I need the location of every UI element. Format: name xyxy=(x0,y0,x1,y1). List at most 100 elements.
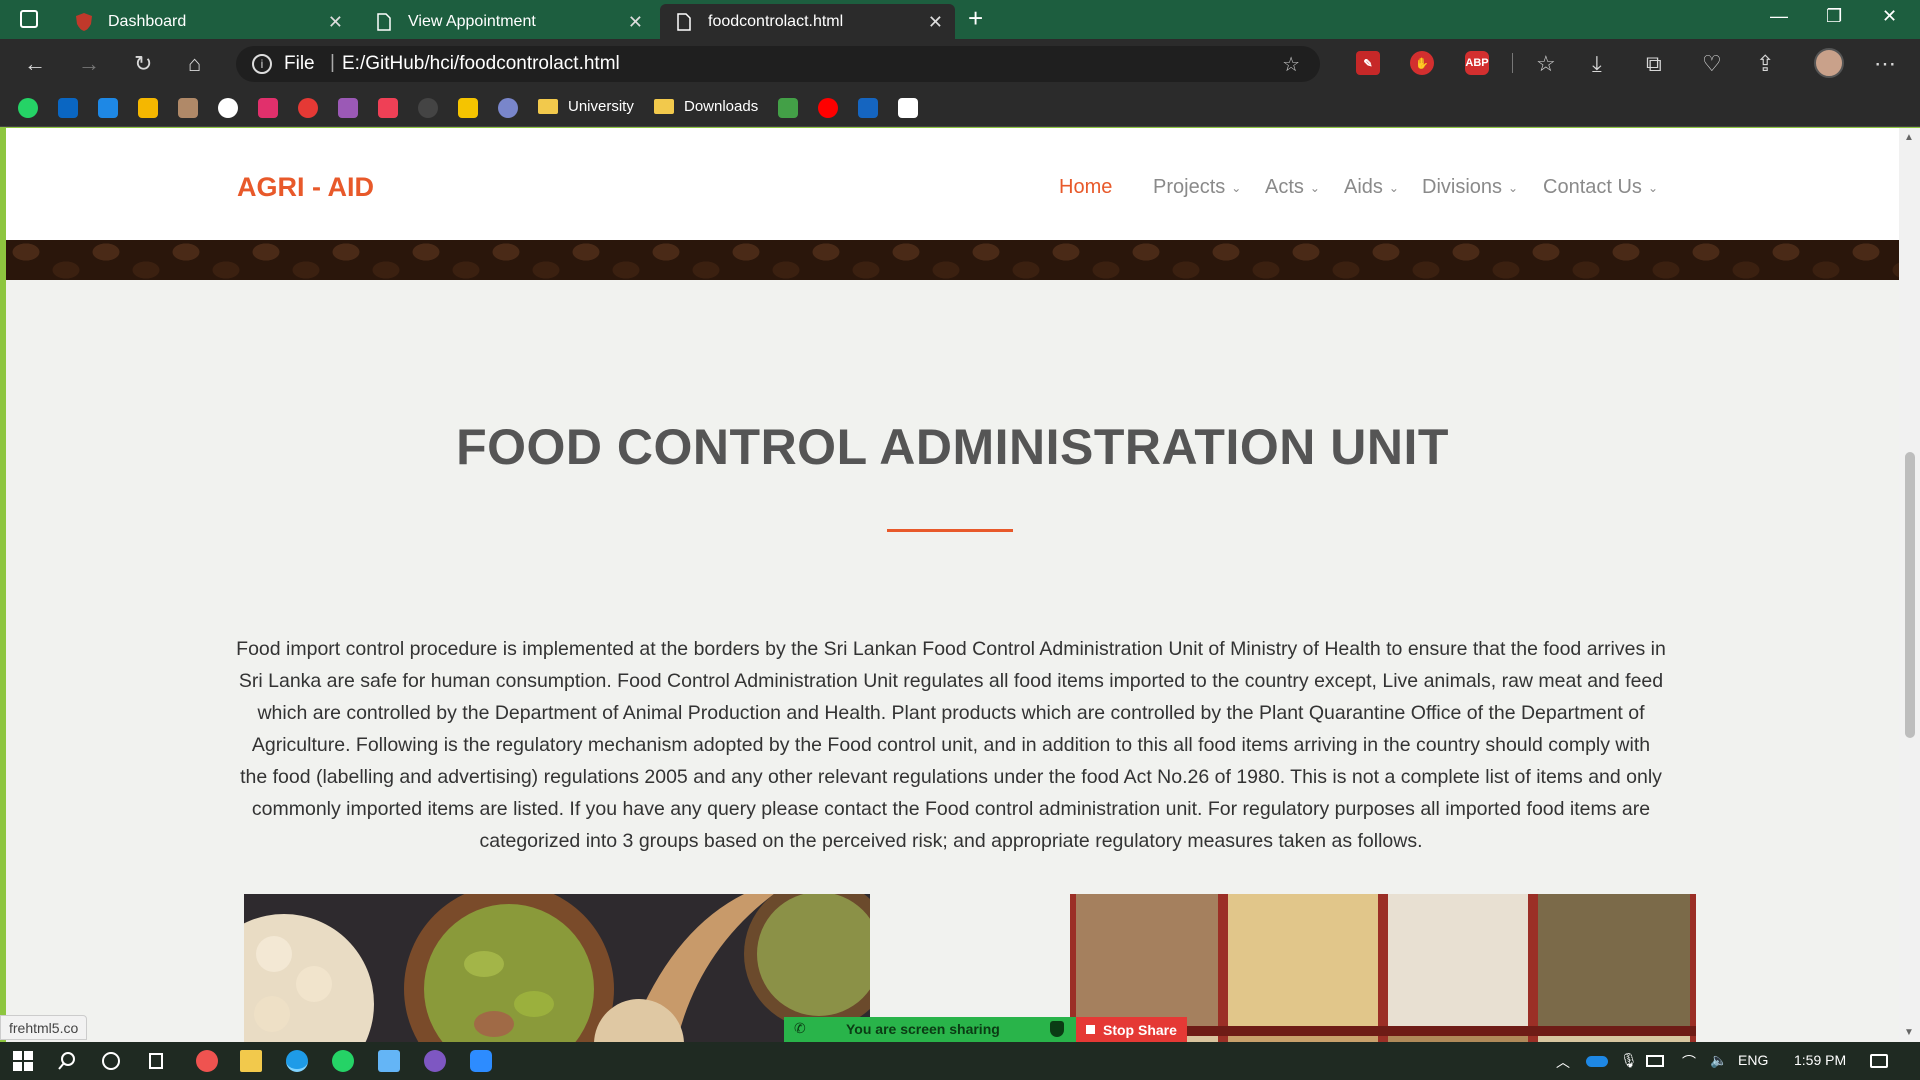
scroll-down-icon[interactable]: ▼ xyxy=(1904,1027,1914,1038)
title-underline xyxy=(887,529,1013,532)
chevron-down-icon: ⌄ xyxy=(1388,180,1399,195)
stop-share-label: Stop Share xyxy=(1103,1021,1177,1038)
share-icon[interactable]: ⇪ xyxy=(1756,51,1774,77)
tray-chevron-icon[interactable]: ︿ xyxy=(1556,1052,1570,1072)
tab-dashboard[interactable]: Dashboard ✕ xyxy=(60,4,355,39)
home-icon[interactable]: ⌂ xyxy=(188,51,201,77)
collections-icon[interactable]: ⧉ xyxy=(1646,51,1662,77)
site-logo[interactable]: AGRI - AID xyxy=(237,172,374,203)
onedrive-icon[interactable] xyxy=(1586,1056,1608,1067)
pocket-icon[interactable] xyxy=(378,98,398,118)
stop-share-button[interactable]: Stop Share xyxy=(1076,1017,1187,1042)
refresh-icon[interactable]: ↻ xyxy=(134,51,152,77)
performance-icon[interactable]: ♡ xyxy=(1702,51,1722,77)
new-tab-button[interactable]: + xyxy=(968,3,983,34)
box-app-icon[interactable] xyxy=(378,1050,400,1072)
scroll-up-icon[interactable]: ▲ xyxy=(1904,132,1914,143)
wifi-icon[interactable]: ⌒ xyxy=(1682,1052,1696,1072)
whatsapp-icon[interactable] xyxy=(332,1050,354,1072)
restore-icon[interactable]: ❐ xyxy=(1826,6,1842,27)
github-desktop-icon[interactable] xyxy=(424,1050,446,1072)
film-icon[interactable] xyxy=(138,98,158,118)
language-indicator[interactable]: ENG xyxy=(1738,1052,1768,1068)
nav-label: Home xyxy=(1059,176,1113,198)
bookmark-label: University xyxy=(568,98,634,115)
nav-acts[interactable]: Acts ⌄ xyxy=(1265,176,1320,199)
notifications-icon[interactable] xyxy=(1870,1054,1888,1068)
seal-icon[interactable] xyxy=(498,98,518,118)
tab-actions-icon[interactable] xyxy=(20,10,38,28)
image-icon[interactable] xyxy=(178,98,198,118)
f-app-icon[interactable] xyxy=(778,98,798,118)
volume-icon[interactable]: 🔈 xyxy=(1710,1052,1727,1069)
app-icon[interactable] xyxy=(196,1050,218,1072)
edge-icon[interactable] xyxy=(286,1050,308,1072)
stop-icon xyxy=(1086,1025,1095,1034)
huawei-icon[interactable] xyxy=(298,98,318,118)
windows-start-icon[interactable] xyxy=(12,1050,34,1072)
nav-divisions[interactable]: Divisions ⌄ xyxy=(1422,176,1518,199)
profile-avatar[interactable] xyxy=(1814,48,1844,78)
file-explorer-icon[interactable] xyxy=(240,1050,262,1072)
forward-icon[interactable]: → xyxy=(78,51,100,77)
d-app-icon[interactable] xyxy=(338,98,358,118)
video-icon[interactable] xyxy=(98,98,118,118)
site-navbar: AGRI - AID Home Projects ⌄ Acts ⌄ Aids ⌄ Di… xyxy=(6,128,1899,240)
microphone-icon[interactable]: 🎙 xyxy=(1620,1052,1638,1069)
nav-aids[interactable]: Aids ⌄ xyxy=(1344,176,1399,199)
adblock-plus-icon[interactable]: ABP xyxy=(1465,51,1489,75)
cortana-icon[interactable] xyxy=(100,1050,122,1072)
vertical-scrollbar[interactable]: ▲ ▼ xyxy=(1899,128,1920,1042)
minimize-icon[interactable]: — xyxy=(1770,6,1788,27)
folder-icon xyxy=(538,99,558,114)
github-icon[interactable] xyxy=(218,98,238,118)
scrollbar-thumb[interactable] xyxy=(1905,452,1915,738)
boc-icon[interactable] xyxy=(458,98,478,118)
nav-label: Aids xyxy=(1344,176,1383,198)
clock[interactable]: 1:59 PM xyxy=(1794,1052,1846,1068)
nav-label: Projects xyxy=(1153,176,1226,198)
windows-taskbar: ︿ 🎙 ⌒ 🔈 ENG 1:59 PM xyxy=(0,1042,1920,1080)
close-icon[interactable]: ✕ xyxy=(328,12,343,33)
add-favorite-icon[interactable]: ☆ xyxy=(1282,52,1300,77)
extension-red-pen-icon[interactable]: ✎ xyxy=(1356,51,1380,75)
bookmark-folder-university[interactable]: University xyxy=(538,98,634,115)
nav-label: Contact Us xyxy=(1543,176,1642,198)
adobe-icon[interactable] xyxy=(898,98,918,118)
url-text[interactable]: E:/GitHub/hci/foodcontrolact.html xyxy=(342,53,620,75)
whatsapp-icon[interactable] xyxy=(18,98,38,118)
chevron-down-icon: ⌄ xyxy=(1231,180,1242,195)
more-icon[interactable]: ⋯ xyxy=(1874,51,1896,77)
loading-icon[interactable] xyxy=(418,98,438,118)
downloads-icon[interactable]: ⤓ xyxy=(1592,51,1602,77)
chevron-down-icon: ⌄ xyxy=(1508,180,1519,195)
close-icon[interactable]: ✕ xyxy=(628,12,643,33)
battery-icon[interactable] xyxy=(1646,1055,1664,1067)
task-view-icon[interactable] xyxy=(145,1050,167,1072)
close-icon[interactable]: ✕ xyxy=(928,12,943,33)
coffee-beans-banner xyxy=(6,240,1899,280)
x-app-icon[interactable] xyxy=(858,98,878,118)
search-icon[interactable] xyxy=(56,1050,78,1072)
back-icon[interactable]: ← xyxy=(24,51,46,77)
zoom-icon[interactable] xyxy=(470,1050,492,1072)
tab-foodcontrolact[interactable]: foodcontrolact.html ✕ xyxy=(660,4,955,39)
nav-projects[interactable]: Projects ⌄ xyxy=(1153,176,1241,199)
tab-title: foodcontrolact.html xyxy=(708,12,844,30)
info-icon[interactable]: i xyxy=(252,54,272,74)
youtube-icon[interactable] xyxy=(818,98,838,118)
chevron-down-icon: ⌄ xyxy=(1309,180,1320,195)
phone-icon: ✆ xyxy=(794,1020,806,1036)
nav-contact-us[interactable]: Contact Us ⌄ xyxy=(1543,176,1658,199)
tab-view-appointment[interactable]: View Appointment ✕ xyxy=(360,4,655,39)
close-window-icon[interactable]: ✕ xyxy=(1882,6,1897,27)
linkedin-icon[interactable] xyxy=(58,98,78,118)
extension-stop-hand-icon[interactable]: ✋ xyxy=(1410,51,1434,75)
nav-home[interactable]: Home xyxy=(1059,176,1112,199)
folder-icon xyxy=(654,99,674,114)
favorites-icon[interactable]: ☆ xyxy=(1536,51,1556,77)
instagram-icon[interactable] xyxy=(258,98,278,118)
bookmark-folder-downloads[interactable]: Downloads xyxy=(654,98,758,115)
shield-icon xyxy=(1050,1021,1064,1037)
address-bar[interactable]: i File | E:/GitHub/hci/foodcontrolact.ht… xyxy=(236,46,1320,82)
